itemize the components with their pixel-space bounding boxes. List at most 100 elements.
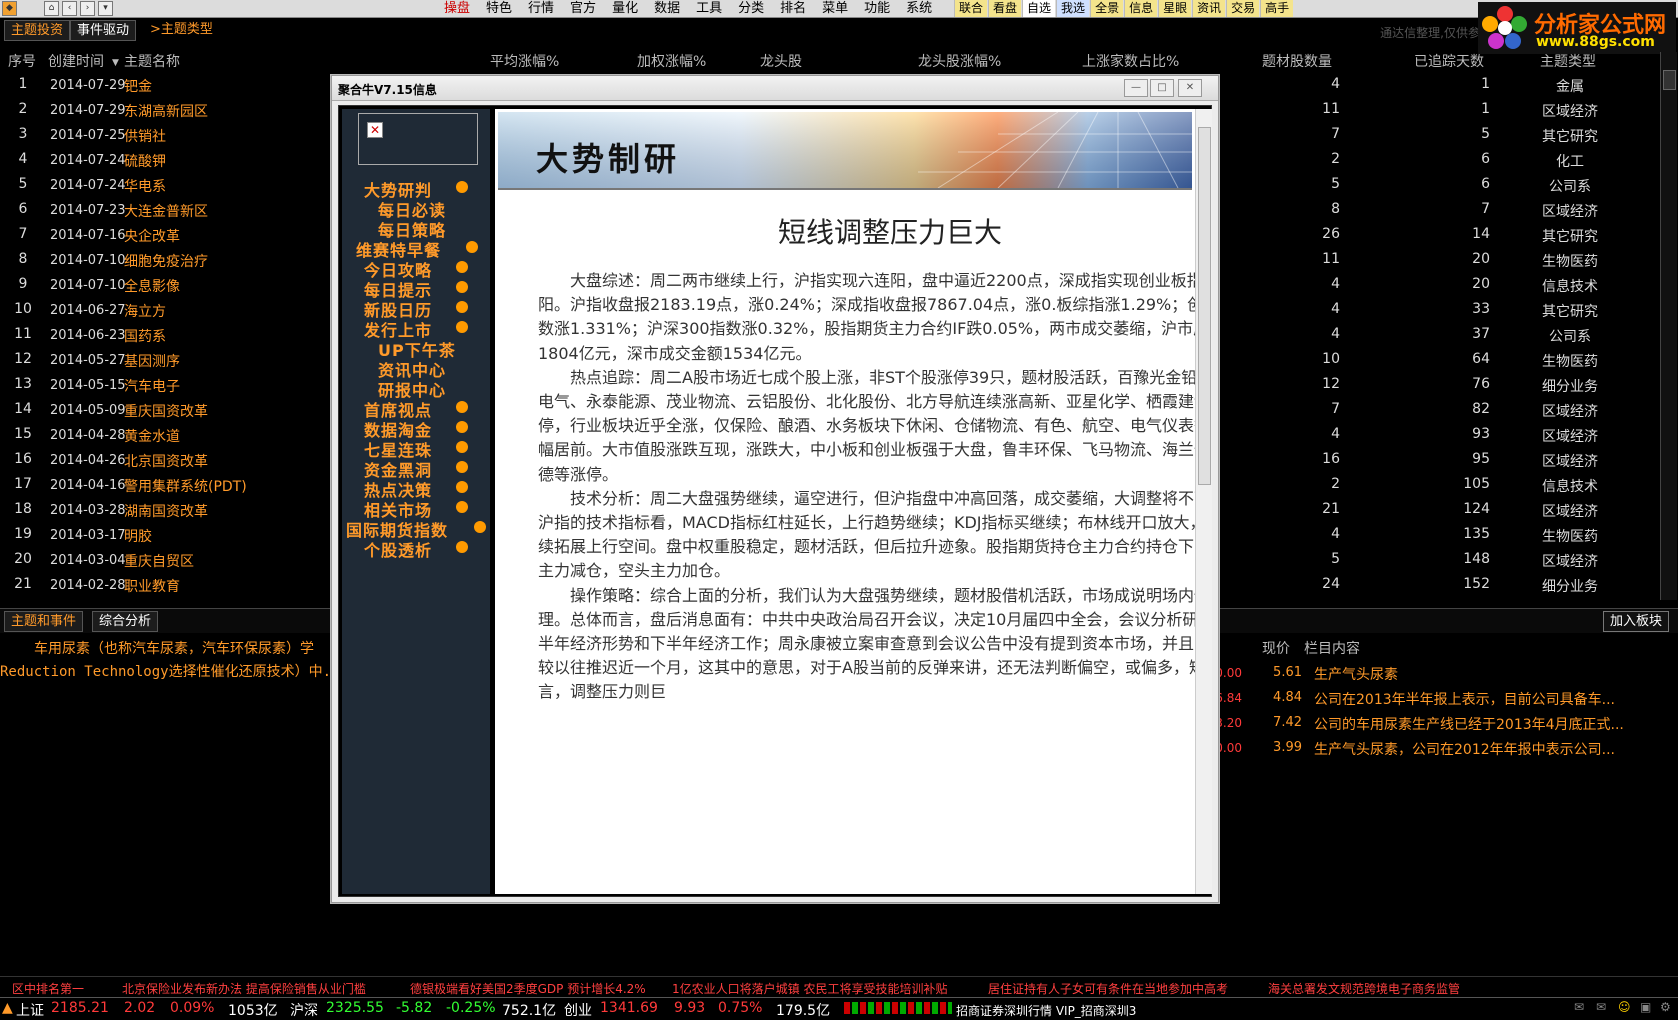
col-header-price[interactable]: 现价 bbox=[1262, 638, 1290, 658]
row-theme-name: 硫酸钾 bbox=[124, 154, 166, 170]
article-panel: 大势制研 短线调整压力巨大 大盘综述：周二两市继续上行，沪指实现六连阳，盘中逼近… bbox=[495, 109, 1195, 894]
col-header-stock-count[interactable]: 题材股数量 bbox=[1262, 51, 1332, 71]
nav-item-intl-futures[interactable]: 国际期货指数 bbox=[342, 517, 490, 540]
tool-button[interactable]: 星眼 bbox=[1158, 0, 1192, 17]
tab-analysis[interactable]: 综合分析 bbox=[92, 611, 159, 632]
nav-item-up-afternoon-tea[interactable]: UP下午茶 bbox=[342, 337, 490, 360]
broker-connection[interactable]: 招商证券深圳行情 VIP_招商深圳3 bbox=[956, 1002, 1136, 1019]
menu-item[interactable]: 排名 bbox=[772, 0, 814, 17]
stock-row[interactable]: 3.20 7.42 公司的车用尿素生产线已经于2013年4月底正式... bbox=[1200, 714, 1670, 739]
nav-item-wesite-breakfast[interactable]: 维赛特早餐 bbox=[342, 237, 490, 260]
menu-item[interactable]: 工具 bbox=[688, 0, 730, 17]
tool-button[interactable]: 我选 bbox=[1056, 0, 1090, 17]
back-icon[interactable]: ‹ bbox=[62, 1, 77, 16]
menu-item[interactable]: 功能 bbox=[856, 0, 898, 17]
col-header-weighted-gain[interactable]: 加权涨幅% bbox=[637, 51, 706, 71]
nav-item-market-research[interactable]: 大势研判 bbox=[342, 177, 490, 200]
menu-item[interactable]: 系统 bbox=[898, 0, 940, 17]
tool-button[interactable]: 自选 bbox=[1022, 0, 1056, 17]
nav-item-daily-tips[interactable]: 每日提示 bbox=[342, 277, 490, 300]
col-header-leader[interactable]: 龙头股 bbox=[760, 51, 802, 71]
home-icon[interactable]: ⌂ bbox=[44, 1, 59, 16]
menu-item[interactable]: 数据 bbox=[646, 0, 688, 17]
tab-themes-events[interactable]: 主题和事件 bbox=[4, 611, 84, 632]
menu-item[interactable]: 分类 bbox=[730, 0, 772, 17]
nav-item-data-mining[interactable]: 数据淘金 bbox=[342, 417, 490, 440]
nav-item-capital-black-hole[interactable]: 资金黑洞 bbox=[342, 457, 490, 480]
menu-item[interactable]: 行情 bbox=[520, 0, 562, 17]
smiley-icon[interactable]: ☺ bbox=[1618, 1000, 1631, 1014]
app-icon[interactable]: ◆ bbox=[2, 1, 17, 16]
lock-icon[interactable]: ▣ bbox=[1640, 1000, 1651, 1014]
dropdown-icon[interactable]: ▾ bbox=[98, 1, 113, 16]
tool-button[interactable]: 联合 bbox=[954, 0, 988, 17]
dialog-titlebar[interactable]: 聚合牛V7.15信息 — □ ✕ bbox=[332, 76, 1218, 101]
mail-icon[interactable]: ✉ bbox=[1574, 1000, 1584, 1014]
row-stock-count: 5 bbox=[1331, 176, 1340, 192]
theme-type-link[interactable]: >主题类型 bbox=[144, 20, 219, 39]
tab-theme-investment[interactable]: 主题投资 bbox=[4, 20, 71, 41]
tool-button[interactable]: 看盘 bbox=[988, 0, 1022, 17]
row-theme-name: 供销社 bbox=[124, 129, 166, 145]
settings-icon[interactable]: ⚙ bbox=[1660, 1000, 1671, 1014]
col-header-theme-name[interactable]: 主题名称 bbox=[124, 51, 180, 71]
col-header-tracked-days[interactable]: 已追踪天数 bbox=[1414, 51, 1484, 71]
close-icon[interactable]: ✕ bbox=[1178, 79, 1202, 97]
scrollbar-thumb[interactable] bbox=[1663, 70, 1676, 90]
menu-item[interactable]: 特色 bbox=[478, 0, 520, 17]
menu-item[interactable]: 量化 bbox=[604, 0, 646, 17]
row-index: 11 bbox=[14, 326, 32, 342]
row-tracked-days: 148 bbox=[1463, 551, 1490, 567]
news-item[interactable]: 区中排名第一 bbox=[12, 980, 84, 997]
article-scrollbar[interactable] bbox=[1195, 109, 1212, 894]
add-to-sector-button[interactable]: 加入板块 bbox=[1603, 611, 1670, 632]
tool-button[interactable]: 全景 bbox=[1090, 0, 1124, 17]
menu-item[interactable]: 操盘 bbox=[436, 0, 478, 17]
nav-item-research-center[interactable]: 研报中心 bbox=[342, 377, 490, 400]
menu-item[interactable]: 菜单 bbox=[814, 0, 856, 17]
col-header-index[interactable]: 序号 bbox=[8, 51, 36, 71]
tool-button[interactable]: 信息 bbox=[1124, 0, 1158, 17]
nav-item-news-center[interactable]: 资讯中心 bbox=[342, 357, 490, 380]
stock-row[interactable]: 0.00 3.99 生产气头尿素，公司在2012年年报中表示公司... bbox=[1200, 739, 1670, 764]
stock-row[interactable]: 0.00 5.61 生产气头尿素 bbox=[1200, 664, 1670, 689]
nav-item-ipo-calendar[interactable]: 新股日历 bbox=[342, 297, 490, 320]
news-item[interactable]: 北京保险业发布新办法 提高保险销售从业门槛 bbox=[122, 980, 366, 997]
col-header-content[interactable]: 栏目内容 bbox=[1304, 638, 1360, 658]
maximize-icon[interactable]: □ bbox=[1150, 79, 1174, 97]
nav-item-today-guide[interactable]: 今日攻略 bbox=[342, 257, 490, 280]
tool-button[interactable]: 交易 bbox=[1226, 0, 1260, 17]
nav-item-chief-view[interactable]: 首席视点 bbox=[342, 397, 490, 420]
nav-item-stock-analysis[interactable]: 个股透析 bbox=[342, 537, 490, 560]
row-stock-count: 11 bbox=[1322, 101, 1340, 117]
index-name-sh[interactable]: 上证 bbox=[16, 1000, 44, 1020]
nav-item-issuance-listing[interactable]: 发行上市 bbox=[342, 317, 490, 340]
forward-icon[interactable]: › bbox=[80, 1, 95, 16]
index-name-hs[interactable]: 沪深 bbox=[290, 1000, 318, 1020]
col-header-created[interactable]: 创建时间 bbox=[48, 51, 104, 71]
news-item[interactable]: 德银极端看好美国2季度GDP 预计增长4.2% bbox=[410, 980, 646, 997]
minimize-icon[interactable]: — bbox=[1124, 79, 1148, 97]
col-header-theme-type[interactable]: 主题类型 bbox=[1540, 51, 1596, 71]
tab-event-driven[interactable]: 事件驱动 bbox=[70, 20, 137, 41]
nav-item-daily-strategy[interactable]: 每日策略 bbox=[342, 217, 490, 240]
table-scrollbar[interactable] bbox=[1660, 52, 1677, 600]
tool-button[interactable]: 资讯 bbox=[1192, 0, 1226, 17]
nav-item-seven-stars[interactable]: 七星连珠 bbox=[342, 437, 490, 460]
col-header-leader-gain[interactable]: 龙头股涨幅% bbox=[918, 51, 1001, 71]
news-item[interactable]: 1亿农业人口将落户城镇 农民工将享受技能培训补贴 bbox=[672, 980, 947, 997]
row-date: 2014-03-28 bbox=[50, 503, 126, 518]
news-item[interactable]: 居住证持有人子女可有条件在当地参加中高考 bbox=[988, 980, 1228, 997]
nav-item-hotspot-decision[interactable]: 热点决策 bbox=[342, 477, 490, 500]
nav-item-daily-reading[interactable]: 每日必读 bbox=[342, 197, 490, 220]
message-icon[interactable]: ✉ bbox=[1596, 1000, 1606, 1014]
col-header-avg-gain[interactable]: 平均涨幅% bbox=[490, 51, 559, 71]
nav-item-related-markets[interactable]: 相关市场 bbox=[342, 497, 490, 520]
col-header-up-ratio[interactable]: 上涨家数占比% bbox=[1082, 51, 1179, 71]
stock-row[interactable]: 6.84 4.84 公司在2013年半年报上表示，目前公司具备车... bbox=[1200, 689, 1670, 714]
scrollbar-thumb[interactable] bbox=[1198, 127, 1211, 485]
index-name-cy[interactable]: 创业 bbox=[564, 1000, 592, 1020]
menu-item[interactable]: 官方 bbox=[562, 0, 604, 17]
tool-button[interactable]: 高手 bbox=[1260, 0, 1294, 17]
news-item[interactable]: 海关总署发文规范跨境电子商务监管 bbox=[1268, 980, 1460, 997]
